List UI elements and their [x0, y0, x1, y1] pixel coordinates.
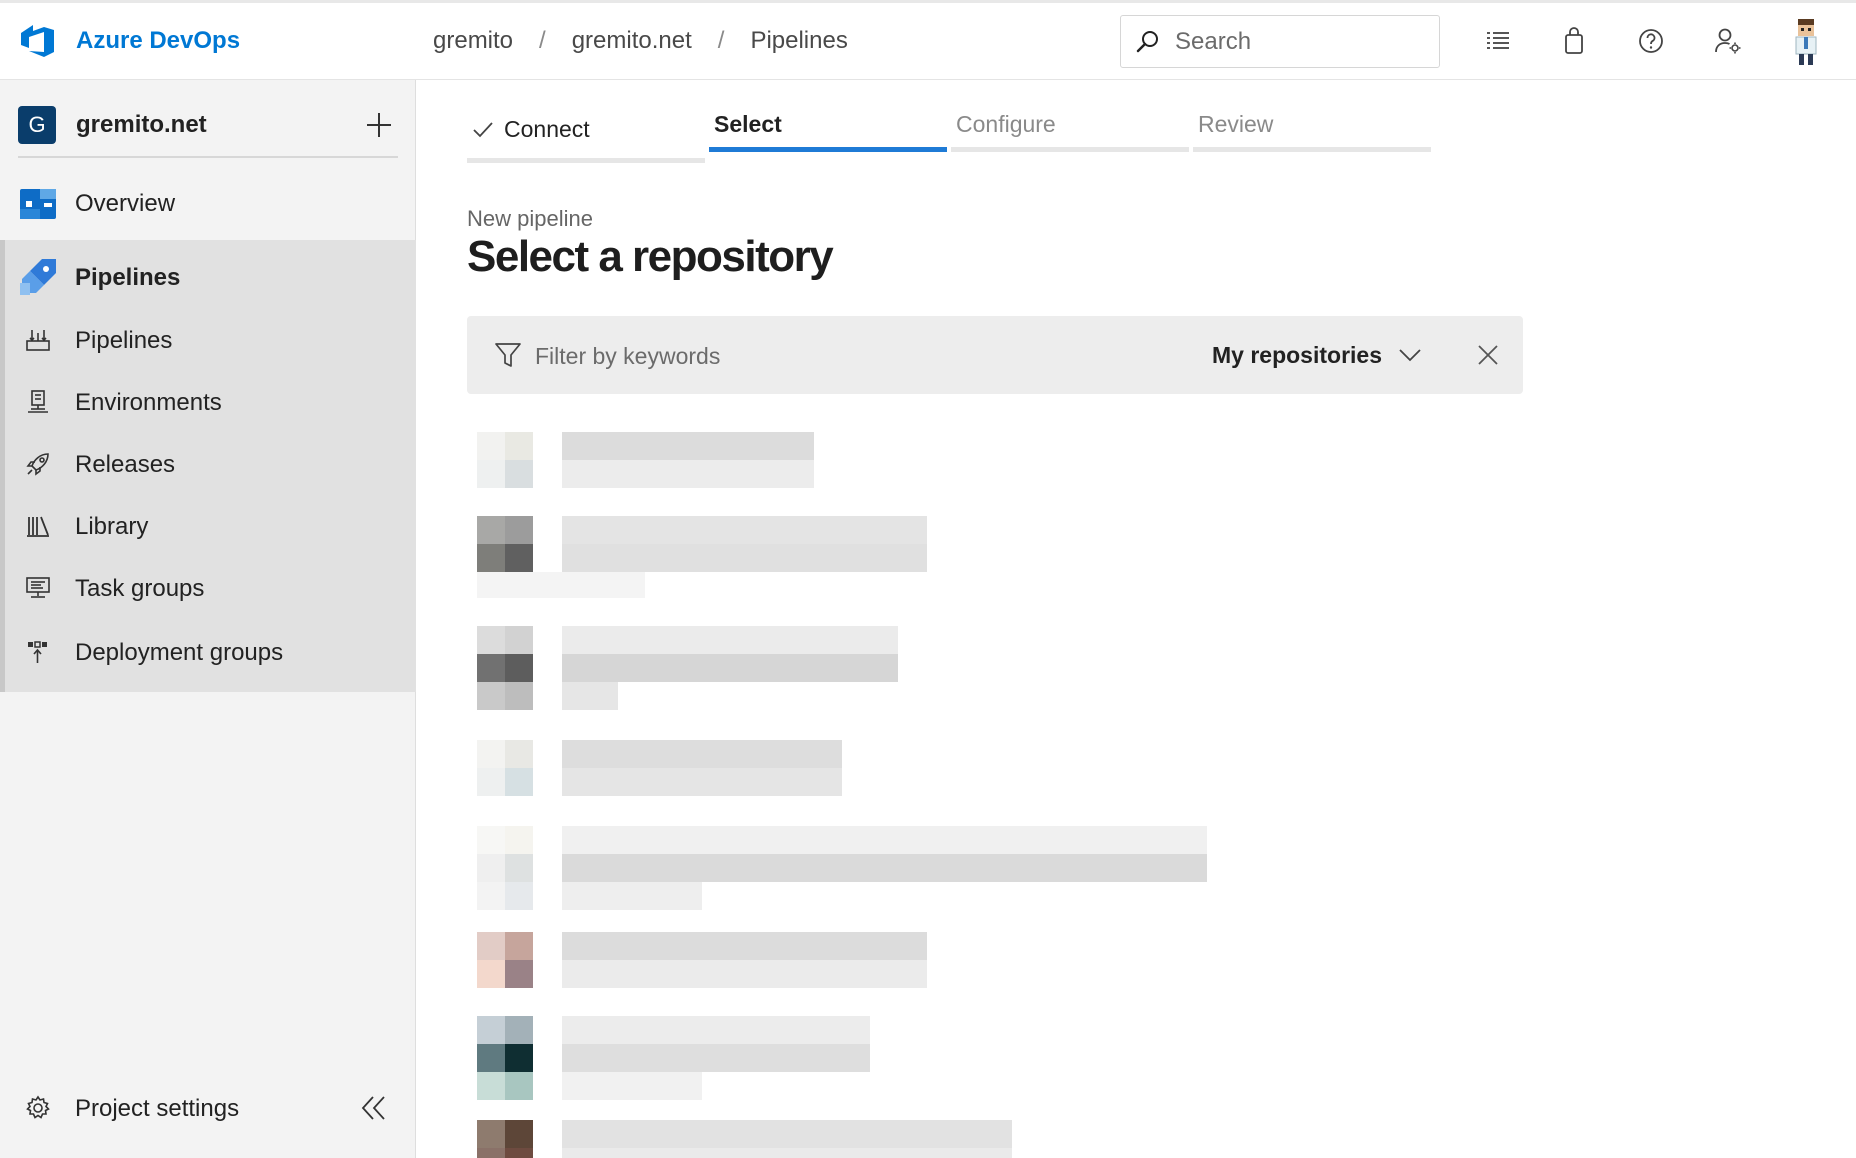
collapse-sidebar-button[interactable] — [354, 1088, 394, 1128]
step-progress-bar — [467, 158, 705, 163]
avatar-icon — [1795, 19, 1817, 65]
sidebar-item-label: Pipelines — [75, 264, 181, 291]
pipelines-nav-group: Pipelines Pipelines Environments Release… — [0, 240, 416, 692]
user-settings-icon — [1715, 28, 1741, 54]
step-configure[interactable]: Configure — [951, 100, 1189, 160]
repository-row[interactable] — [467, 1000, 1537, 1106]
repository-row[interactable] — [467, 1110, 1537, 1158]
repository-list — [467, 410, 1537, 1158]
help-icon — [1639, 29, 1663, 53]
filter-icon — [495, 343, 521, 367]
marketplace-bag-icon — [1565, 27, 1583, 54]
filter-keywords-input[interactable] — [535, 338, 1095, 374]
page-subtitle: New pipeline — [467, 206, 593, 231]
repository-row[interactable] — [467, 610, 1537, 716]
environments-icon — [18, 382, 58, 422]
chevron-down-icon — [1399, 349, 1421, 362]
gear-icon — [18, 1088, 58, 1128]
sidebar-divider — [18, 156, 398, 158]
breadcrumb: gremito / gremito.net / Pipelines — [433, 27, 848, 55]
project-header[interactable]: G gremito.net — [18, 96, 398, 154]
top-bar: Azure DevOps gremito / gremito.net / Pip… — [0, 0, 1856, 80]
step-review[interactable]: Review — [1193, 100, 1431, 160]
marketplace-button[interactable] — [1554, 21, 1594, 61]
clear-filter-button[interactable] — [1471, 338, 1505, 372]
search-box[interactable] — [1120, 15, 1440, 68]
breadcrumb-separator: / — [717, 27, 725, 54]
sidebar: G gremito.net Overview Pipelines Pipelin… — [0, 80, 416, 1158]
sidebar-item-label: Deployment groups — [75, 639, 284, 666]
work-items-icon — [1487, 32, 1509, 49]
breadcrumb-project[interactable]: gremito.net — [572, 27, 692, 55]
overview-icon — [18, 183, 58, 223]
sidebar-item-label: Library — [75, 513, 149, 540]
user-settings-button[interactable] — [1708, 21, 1748, 61]
sidebar-item-library[interactable]: Library — [0, 506, 416, 546]
avatar[interactable] — [1784, 17, 1828, 67]
project-name: gremito.net — [76, 111, 207, 138]
pipelines-icon — [18, 320, 58, 360]
new-item-button[interactable] — [360, 106, 398, 144]
step-progress-bar — [951, 147, 1189, 152]
breadcrumb-page[interactable]: Pipelines — [750, 27, 847, 55]
deployment-groups-icon — [18, 632, 58, 672]
close-icon — [1478, 345, 1498, 365]
sidebar-item-label: Overview — [75, 190, 176, 217]
repository-row[interactable] — [467, 916, 1537, 992]
search-icon — [1136, 30, 1158, 52]
step-label: Connect — [472, 116, 590, 143]
sidebar-item-overview[interactable]: Overview — [0, 180, 416, 226]
double-chevron-left-icon — [361, 1096, 385, 1120]
plus-icon — [367, 113, 391, 137]
page-title: Select a repository — [467, 232, 834, 281]
task-groups-icon — [18, 568, 58, 608]
sidebar-item-pipelines-hub[interactable]: Pipelines — [0, 254, 416, 300]
project-badge: G — [18, 106, 56, 144]
sidebar-footer: Project settings — [0, 1078, 416, 1148]
repository-row[interactable] — [467, 810, 1537, 914]
wizard-steps: Connect Select Configure Review — [467, 100, 1435, 163]
step-connect[interactable]: Connect — [467, 100, 705, 163]
sidebar-item-label: Task groups — [75, 575, 205, 602]
sidebar-item-label: Releases — [75, 451, 176, 478]
breadcrumb-organization[interactable]: gremito — [433, 27, 513, 55]
azure-devops-logo-icon — [21, 25, 54, 57]
library-icon — [18, 506, 58, 546]
step-label-text: Connect — [504, 116, 590, 142]
repository-row[interactable] — [467, 416, 1537, 492]
sidebar-item-label: Pipelines — [75, 327, 173, 354]
repository-scope-label: My repositories — [1212, 341, 1382, 368]
repository-row[interactable] — [467, 724, 1537, 800]
sidebar-item-task-groups[interactable]: Task groups — [0, 568, 416, 608]
breadcrumb-separator: / — [539, 27, 546, 54]
sidebar-item-releases[interactable]: Releases — [0, 444, 416, 484]
releases-rocket-icon — [18, 444, 58, 484]
azure-devops-home-link[interactable]: Azure DevOps — [18, 21, 240, 61]
step-label: Select — [714, 111, 782, 137]
step-progress-bar — [709, 147, 947, 152]
sidebar-item-deployment-groups[interactable]: Deployment groups — [0, 632, 416, 672]
project-settings-label: Project settings — [75, 1095, 240, 1122]
step-progress-bar — [1193, 147, 1431, 152]
sidebar-item-pipelines[interactable]: Pipelines — [0, 320, 416, 360]
search-input[interactable] — [1175, 27, 1415, 56]
step-select[interactable]: Select — [709, 100, 947, 160]
main-content: Connect Select Configure Review New pipe… — [417, 80, 1856, 1158]
sidebar-item-environments[interactable]: Environments — [0, 382, 416, 422]
repository-row[interactable] — [467, 500, 1537, 606]
help-button[interactable] — [1631, 21, 1671, 61]
step-label: Configure — [956, 111, 1056, 137]
step-label: Review — [1198, 111, 1274, 137]
work-items-button[interactable] — [1478, 21, 1518, 61]
pipelines-hub-icon — [18, 257, 58, 297]
checkmark-icon — [473, 121, 493, 137]
sidebar-item-label: Environments — [75, 389, 222, 416]
brand-name: Azure DevOps — [76, 27, 241, 54]
filter-bar: My repositories — [467, 316, 1523, 394]
repository-scope-dropdown[interactable]: My repositories — [1212, 336, 1424, 374]
